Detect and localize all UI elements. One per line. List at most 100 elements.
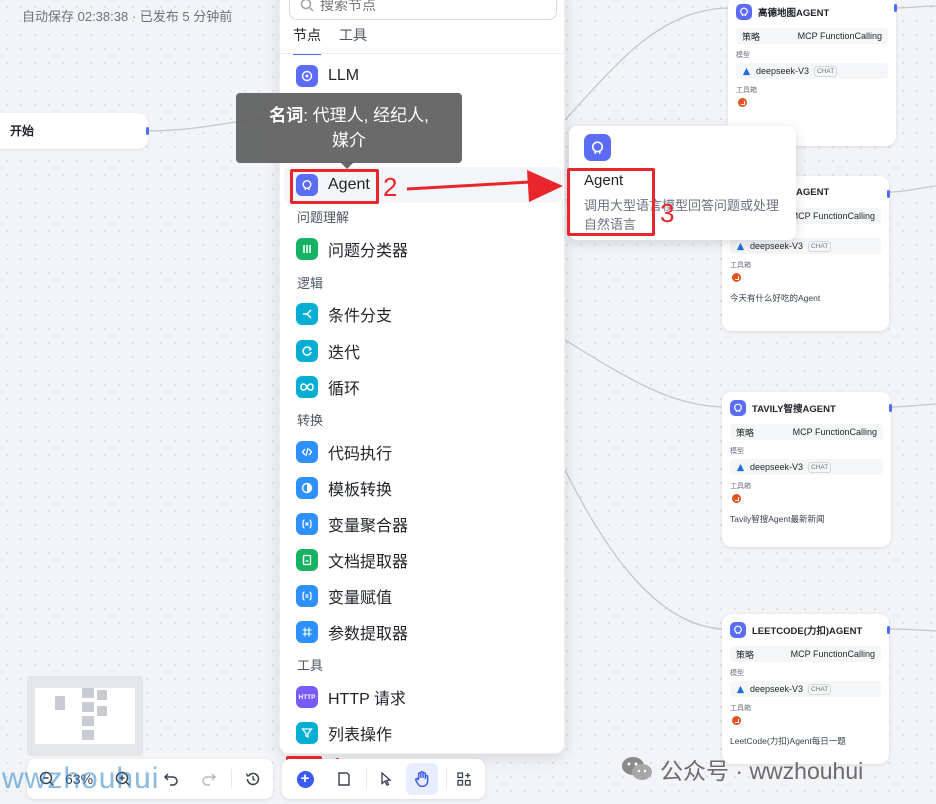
node-item-code[interactable]: 代码执行: [296, 440, 392, 464]
llm-icon: [296, 65, 318, 87]
template-icon: [296, 477, 318, 499]
agent-icon: [730, 622, 746, 638]
chat-badge: CHAT: [808, 461, 832, 473]
node-item-label: LLM: [328, 67, 360, 84]
note-icon: [338, 772, 350, 786]
agent-icon: [730, 400, 746, 416]
strategy-value: MCP FunctionCalling: [790, 649, 875, 659]
search-input[interactable]: [320, 0, 540, 13]
model-label: 模型: [730, 448, 744, 455]
strategy-value: MCP FunctionCalling: [790, 211, 875, 221]
tools-label: 工具箱: [730, 705, 751, 712]
tab-nodes[interactable]: 节点: [293, 25, 321, 55]
agent-card-port[interactable]: [887, 626, 890, 634]
infinity-icon: [296, 376, 318, 398]
annotation-number-2: 2: [383, 172, 398, 202]
agent-card-title: TAVILY智搜AGENT: [752, 404, 836, 415]
canvas-toolbar: +: [282, 759, 485, 799]
model-name: deepseek-V3: [750, 241, 804, 251]
agent-card-desc: 今天有什么好吃的Agent: [730, 293, 821, 303]
assign-icon: [296, 585, 318, 607]
node-item-question-classifier[interactable]: 问题分类器: [296, 237, 408, 261]
watermark-left: wwzhouhui: [2, 762, 160, 795]
variable-icon: [296, 513, 318, 535]
http-icon: HTTP: [296, 686, 318, 708]
agent-card-tavily[interactable]: TAVILY智搜AGENT 策略 MCP FunctionCalling 模型 d…: [722, 392, 892, 547]
node-item-var-assign[interactable]: 变量赋值: [296, 584, 392, 608]
node-item-label: 代码执行: [328, 446, 393, 463]
iteration-icon: [296, 340, 318, 362]
model-logo-icon: [736, 463, 745, 471]
start-node-port[interactable]: [146, 127, 149, 135]
model-label: 模型: [736, 52, 750, 59]
tools-label: 工具箱: [736, 87, 757, 94]
node-item-var-aggregator[interactable]: 变量聚合器: [296, 512, 408, 536]
node-item-label: 问题分类器: [328, 243, 409, 260]
node-item-iteration[interactable]: 迭代: [296, 339, 360, 363]
section-understand: 问题理解: [297, 210, 350, 225]
node-item-label: 变量赋值: [328, 590, 393, 607]
organize-button[interactable]: [452, 767, 476, 791]
node-item-doc-extractor[interactable]: 文档提取器: [296, 548, 408, 572]
undo-button[interactable]: [159, 767, 183, 791]
agent-card-port[interactable]: [887, 190, 890, 198]
grid-icon: [296, 621, 318, 643]
filter-icon: [296, 722, 318, 744]
chat-badge: CHAT: [814, 65, 838, 77]
node-item-llm[interactable]: LLM: [296, 64, 359, 88]
model-name: deepseek-V3: [756, 66, 810, 76]
pointer-mode-button[interactable]: [374, 767, 398, 791]
layout-icon: [457, 772, 471, 786]
hand-icon: [415, 770, 429, 788]
agent-card-leetcode[interactable]: LEETCODE(力扣)AGENT 策略 MCP FunctionCalling …: [722, 614, 890, 764]
history-button[interactable]: [241, 767, 265, 791]
node-item-template[interactable]: 模板转换: [296, 476, 392, 500]
agent-card-port[interactable]: [894, 4, 897, 12]
tool-clock-icon: [732, 494, 741, 503]
redo-button[interactable]: [197, 767, 221, 791]
tool-clock-icon: [738, 98, 747, 107]
annotation-number-3: 3: [660, 198, 675, 228]
minimap[interactable]: [27, 676, 143, 756]
tab-tools[interactable]: 工具: [339, 25, 367, 55]
model-name: deepseek-V3: [750, 684, 804, 694]
agent-icon: [584, 134, 611, 161]
agent-card-port[interactable]: [889, 404, 892, 412]
strategy-label: 策略: [736, 649, 755, 660]
classifier-icon: [296, 238, 318, 260]
hand-mode-button[interactable]: [406, 763, 438, 795]
node-item-label: 参数提取器: [328, 626, 409, 643]
annotation-box-agent: [290, 169, 379, 204]
strategy-value: MCP FunctionCalling: [792, 427, 877, 437]
add-node-button[interactable]: +: [293, 767, 317, 791]
undo-icon: [163, 773, 178, 786]
redo-icon: [202, 773, 217, 786]
watermark-right: 公众号 · wwzhouhui: [620, 752, 863, 786]
search-box[interactable]: [289, 0, 557, 20]
add-note-button[interactable]: [332, 767, 356, 791]
node-item-label: 列表操作: [328, 727, 393, 744]
strategy-label: 策略: [736, 427, 755, 438]
model-logo-icon: [736, 685, 745, 693]
node-item-param-extractor[interactable]: 参数提取器: [296, 620, 408, 644]
agent-card-title: 高德地图AGENT: [758, 8, 830, 19]
agent-card-amap[interactable]: 高德地图AGENT 策略 MCP FunctionCalling 模型 deeps…: [728, 0, 897, 146]
section-logic: 逻辑: [297, 276, 324, 291]
tooltip-bold: 名词: [269, 106, 304, 125]
word-tooltip: 名词: 代理人, 经纪人, 媒介: [236, 93, 462, 163]
search-icon: [300, 0, 314, 12]
node-item-loop[interactable]: 循环: [296, 375, 360, 399]
node-item-label: 条件分支: [328, 308, 393, 325]
model-logo-icon: [742, 67, 751, 75]
agent-card-title: LEETCODE(力扣)AGENT: [752, 626, 863, 637]
node-item-label: 文档提取器: [328, 554, 409, 571]
watermark-right-text: 公众号 · wwzhouhui: [660, 758, 864, 784]
plus-icon: +: [296, 770, 314, 788]
chat-badge: CHAT: [808, 240, 832, 252]
start-node[interactable]: 开始: [0, 113, 149, 149]
agent-icon: [736, 4, 752, 20]
node-item-list-op[interactable]: 列表操作: [296, 721, 392, 745]
node-item-http[interactable]: HTTP HTTP 请求: [296, 685, 406, 709]
tools-label: 工具箱: [730, 262, 751, 269]
node-item-if-else[interactable]: 条件分支: [296, 302, 392, 326]
